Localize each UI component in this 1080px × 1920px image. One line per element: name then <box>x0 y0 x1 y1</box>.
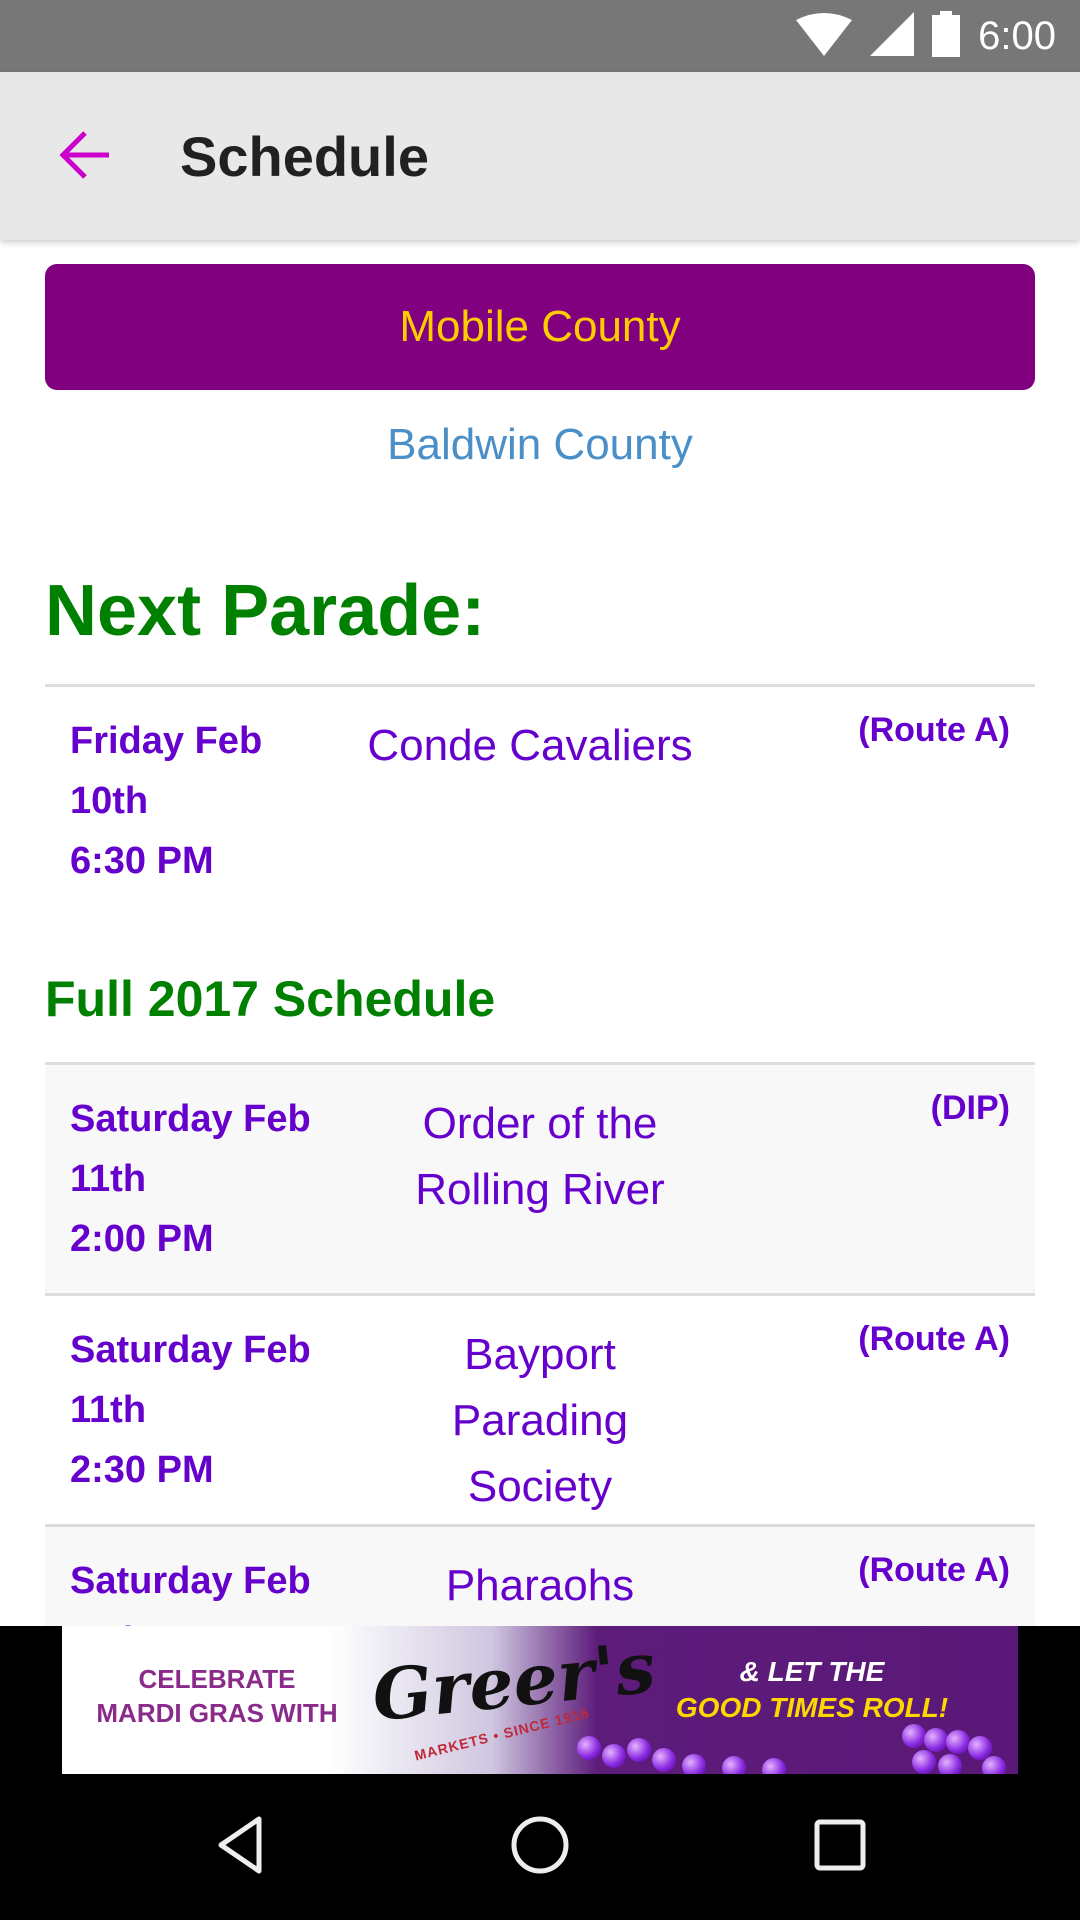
wifi-icon <box>796 12 853 61</box>
date-line2: 11th <box>70 1158 147 1200</box>
ad-text-line: CELEBRATE <box>138 1664 296 1694</box>
ad-right-text: & LET THE GOOD TIMES ROLL! <box>622 1654 1002 1726</box>
nav-home-button[interactable] <box>495 1802 585 1892</box>
next-parade-row[interactable]: Friday Feb 10th 6:30 PM Conde Cavaliers … <box>45 687 1035 907</box>
ad-logo: Greer's <box>368 1626 660 1738</box>
baldwin-county-link[interactable]: Baldwin County <box>0 420 1080 470</box>
arrow-left-icon <box>59 130 111 184</box>
parade-date: Friday Feb 10th 6:30 PM <box>70 711 350 891</box>
mobile-county-button[interactable]: Mobile County <box>45 264 1035 390</box>
date-line1: Saturday Feb <box>70 1560 311 1602</box>
full-schedule-heading: Full 2017 Schedule <box>45 971 496 1027</box>
parade-name: Bayport Parading Society <box>451 1330 629 1511</box>
parade-date: Saturday Feb 11th 2:00 PM <box>70 1089 350 1269</box>
ad-text-line: & LET THE <box>739 1656 885 1687</box>
ad-left-text: CELEBRATE MARDI GRAS WITH <box>62 1662 372 1730</box>
date-line2: 11th <box>70 1389 147 1431</box>
page-title: Schedule <box>180 125 429 188</box>
ad-banner[interactable]: CELEBRATE MARDI GRAS WITH Greer's MARKET… <box>62 1626 1018 1774</box>
parade-time: 2:00 PM <box>70 1218 214 1260</box>
parade-name: Conde Cavaliers <box>367 721 693 770</box>
home-nav-icon <box>510 1815 570 1880</box>
nav-recents-button[interactable] <box>795 1802 885 1892</box>
schedule-row[interactable]: Saturday Feb 11th Pharaohs (Route A) <box>45 1527 1035 1626</box>
parade-date: Saturday Feb 11th 2:30 PM <box>70 1320 350 1500</box>
date-line1: Friday Feb <box>70 720 263 762</box>
back-button[interactable] <box>50 122 120 192</box>
date-line2: 11th <box>70 1611 350 1626</box>
nav-back-button[interactable] <box>196 1802 286 1892</box>
schedule-content[interactable]: Mobile County Baldwin County Next Parade… <box>0 240 1080 1626</box>
status-time: 6:00 <box>978 13 1056 58</box>
parade-route: (Route A) <box>858 1551 1010 1589</box>
ad-text-line: GOOD TIMES ROLL! <box>675 1692 949 1723</box>
date-line2: 10th <box>70 780 149 822</box>
parade-time: 2:30 PM <box>70 1449 214 1491</box>
date-line1: Saturday Feb <box>70 1329 311 1371</box>
parade-date: Saturday Feb 11th <box>70 1551 350 1626</box>
back-nav-icon <box>213 1815 269 1880</box>
signal-icon <box>870 11 915 61</box>
date-line1: Saturday Feb <box>70 1098 311 1140</box>
ad-text-line: MARDI GRAS WITH <box>96 1698 338 1728</box>
schedule-row[interactable]: Saturday Feb 11th 2:30 PM Bayport Paradi… <box>45 1296 1035 1524</box>
parade-route: (DIP) <box>930 1089 1010 1127</box>
schedule-row[interactable]: Saturday Feb 11th 2:00 PM Order of the R… <box>45 1065 1035 1293</box>
app-bar: Schedule <box>0 72 1080 240</box>
status-bar: 6:00 <box>0 0 1080 72</box>
ad-area: CELEBRATE MARDI GRAS WITH Greer's MARKET… <box>0 1626 1080 1774</box>
next-parade-heading: Next Parade: <box>45 571 486 651</box>
parade-route: (Route A) <box>858 711 1010 749</box>
system-nav-bar <box>0 1774 1080 1920</box>
parade-route: (Route A) <box>858 1320 1010 1358</box>
parade-time: 6:30 PM <box>70 840 214 882</box>
battery-icon <box>932 10 961 62</box>
parade-name: Order of the Rolling River <box>415 1099 665 1214</box>
recents-nav-icon <box>812 1817 868 1878</box>
parade-name: Pharaohs <box>445 1561 635 1610</box>
